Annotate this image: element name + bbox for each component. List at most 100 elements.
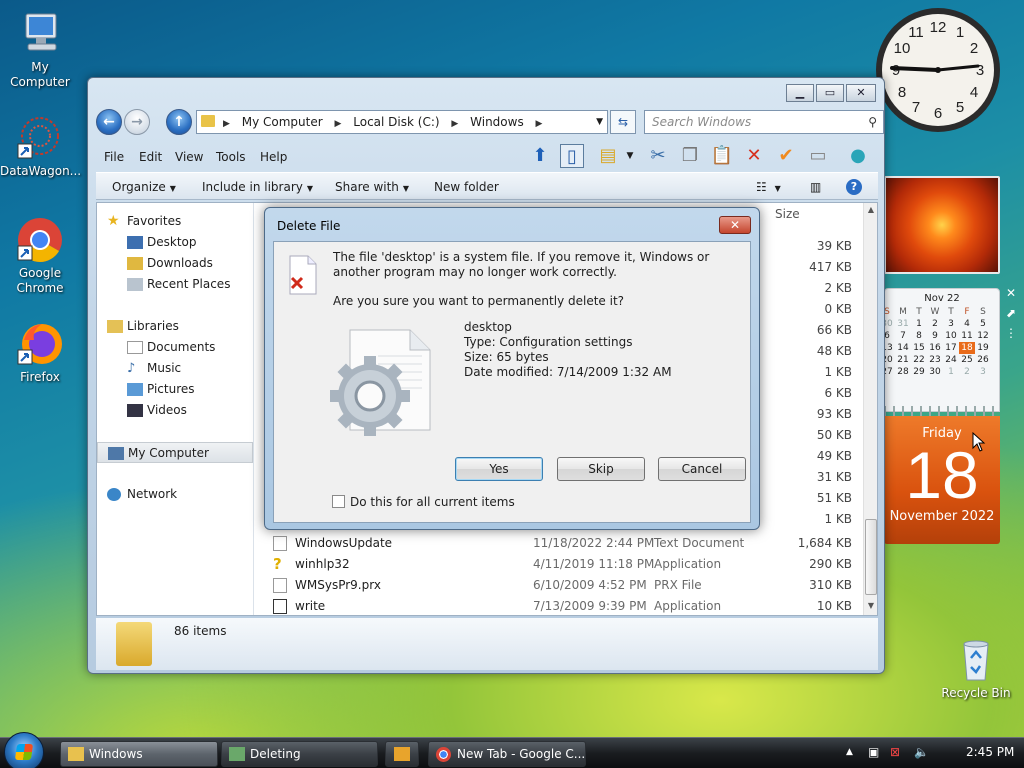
calendar-day[interactable]: 11: [959, 330, 975, 342]
calendar-day[interactable]: 16: [927, 342, 943, 354]
scrollbar-thumb[interactable]: [865, 519, 877, 595]
include-in-library-button[interactable]: Include in library ▼: [202, 180, 313, 194]
calendar-day[interactable]: 17: [943, 342, 959, 354]
column-header-size[interactable]: Size: [775, 207, 800, 221]
desktop-icon-google-chrome[interactable]: Google Chrome: [0, 216, 80, 296]
calendar-day[interactable]: 24: [943, 354, 959, 366]
taskbar-button-deleting[interactable]: Deleting: [221, 741, 378, 767]
up-folder-icon[interactable]: ⬆: [528, 144, 552, 168]
vertical-scrollbar[interactable]: ▲ ▼: [863, 203, 877, 615]
organize-button[interactable]: Organize ▼: [112, 180, 176, 194]
nav-favorites[interactable]: ★ Favorites: [97, 211, 253, 232]
expand-icon[interactable]: ⬈: [1004, 306, 1018, 320]
nav-desktop[interactable]: Desktop: [97, 232, 253, 253]
yes-button[interactable]: Yes: [455, 457, 543, 481]
calendar-day[interactable]: 31: [895, 318, 911, 330]
skip-button[interactable]: Skip: [557, 457, 645, 481]
breadcrumb-item[interactable]: My Computer: [242, 115, 323, 129]
desktop-icon-firefox[interactable]: Firefox: [0, 320, 80, 385]
calendar-day[interactable]: 8: [911, 330, 927, 342]
chevron-down-icon[interactable]: ▼: [618, 144, 642, 168]
maximize-button[interactable]: ▭: [816, 84, 844, 102]
dialog-close-button[interactable]: ✕: [719, 216, 751, 234]
calendar-day[interactable]: 5: [975, 318, 991, 330]
calendar-day[interactable]: 14: [895, 342, 911, 354]
nav-recent-places[interactable]: Recent Places: [97, 274, 253, 295]
view-options-icon[interactable]: ☷ ▼: [756, 180, 781, 194]
desktop-icon-datawagon[interactable]: DataWagon...: [0, 114, 81, 179]
security-alert-icon[interactable]: ⊠: [890, 745, 900, 759]
nav-libraries[interactable]: Libraries: [97, 316, 253, 337]
folders-pane-icon[interactable]: ▯: [560, 144, 584, 168]
calendar-day[interactable]: 12: [975, 330, 991, 342]
up-button[interactable]: ↑: [166, 109, 192, 135]
menu-view[interactable]: View: [175, 150, 203, 164]
refresh-button[interactable]: ⇆: [610, 110, 636, 134]
tray-clock[interactable]: 2:45 PM: [966, 745, 1014, 759]
menu-help[interactable]: Help: [260, 150, 287, 164]
preview-pane-icon[interactable]: ▥: [810, 180, 821, 194]
nav-my-computer[interactable]: My Computer: [97, 442, 253, 463]
chevron-down-icon[interactable]: ▼: [596, 111, 603, 133]
calendar-day[interactable]: 2: [927, 318, 943, 330]
share-with-button[interactable]: Share with ▼: [335, 180, 409, 194]
close-button[interactable]: ✕: [846, 84, 876, 102]
calendar-day[interactable]: 26: [975, 354, 991, 366]
cancel-button[interactable]: Cancel: [658, 457, 746, 481]
file-row[interactable]: write 7/13/2009 9:39 PM Application 10 K…: [271, 596, 861, 617]
calendar-day[interactable]: 19: [975, 342, 991, 354]
calendar-day[interactable]: 23: [927, 354, 943, 366]
breadcrumb-item[interactable]: Local Disk (C:): [353, 115, 439, 129]
minimize-button[interactable]: ▁: [786, 84, 814, 102]
scroll-up-icon[interactable]: ▲: [864, 205, 878, 214]
nav-downloads[interactable]: Downloads: [97, 253, 253, 274]
calendar-day[interactable]: 30: [927, 366, 943, 378]
nav-pictures[interactable]: Pictures: [97, 379, 253, 400]
calendar-day[interactable]: 1: [943, 366, 959, 378]
file-row[interactable]: WMSysPr9.prx 6/10/2009 4:52 PM PRX File …: [271, 575, 861, 596]
new-folder-button[interactable]: New folder: [434, 180, 499, 194]
nav-network[interactable]: Network: [97, 484, 253, 505]
taskbar-button-windows[interactable]: Windows: [60, 741, 218, 767]
calendar-day[interactable]: 9: [927, 330, 943, 342]
calendar-day[interactable]: 4: [959, 318, 975, 330]
calendar-day[interactable]: 28: [895, 366, 911, 378]
back-button[interactable]: ←: [96, 109, 122, 135]
clock-gadget[interactable]: 12 1 2 345 678 9 10 11: [874, 6, 1002, 134]
file-row[interactable]: ? winhlp32 4/11/2019 11:18 PM Applicatio…: [271, 554, 861, 575]
nav-music[interactable]: ♪ Music: [97, 358, 253, 379]
network-icon[interactable]: ▣: [868, 745, 879, 759]
drag-handle-icon[interactable]: ⋮: [1004, 326, 1018, 340]
cut-icon[interactable]: ✂: [646, 144, 670, 168]
calendar-day[interactable]: 7: [895, 330, 911, 342]
desktop-icon-recycle-bin[interactable]: Recycle Bin: [936, 636, 1016, 701]
calendar-day[interactable]: 25: [959, 354, 975, 366]
file-row[interactable]: WindowsUpdate 11/18/2022 2:44 PM Text Do…: [271, 533, 861, 554]
delete-icon[interactable]: ✕: [742, 144, 766, 168]
calendar-day[interactable]: 3: [943, 318, 959, 330]
calendar-day[interactable]: 3: [975, 366, 991, 378]
taskbar-button-media[interactable]: [385, 741, 419, 767]
paste-icon[interactable]: 📋: [710, 144, 734, 168]
calendar-day[interactable]: 1: [911, 318, 927, 330]
globe-icon[interactable]: ●: [846, 144, 870, 168]
breadcrumb-item[interactable]: Windows: [470, 115, 524, 129]
close-icon[interactable]: ✕: [1004, 286, 1018, 300]
forward-button[interactable]: →: [124, 109, 150, 135]
calendar-day[interactable]: 10: [943, 330, 959, 342]
folder-options-icon[interactable]: ▤: [596, 144, 620, 168]
desktop-icon-my-computer[interactable]: My Computer: [0, 10, 80, 90]
apply-to-all-checkbox[interactable]: Do this for all current items: [332, 495, 515, 509]
copy-icon[interactable]: ❐: [678, 144, 702, 168]
calendar-day[interactable]: 29: [911, 366, 927, 378]
chevron-up-icon[interactable]: ▲: [846, 747, 853, 757]
calendar-gadget[interactable]: Nov 22 S M T W T F S 30 31 1 2 3 4 5 6 7…: [881, 288, 1000, 544]
start-button[interactable]: [4, 732, 44, 768]
undo-icon[interactable]: ✔: [774, 144, 798, 168]
properties-icon[interactable]: ▭: [806, 144, 830, 168]
menu-file[interactable]: File: [104, 150, 124, 164]
search-icon[interactable]: ⚲: [868, 111, 877, 133]
calendar-day[interactable]: 2: [959, 366, 975, 378]
volume-icon[interactable]: 🔈: [914, 745, 929, 759]
scroll-down-icon[interactable]: ▼: [864, 601, 878, 610]
